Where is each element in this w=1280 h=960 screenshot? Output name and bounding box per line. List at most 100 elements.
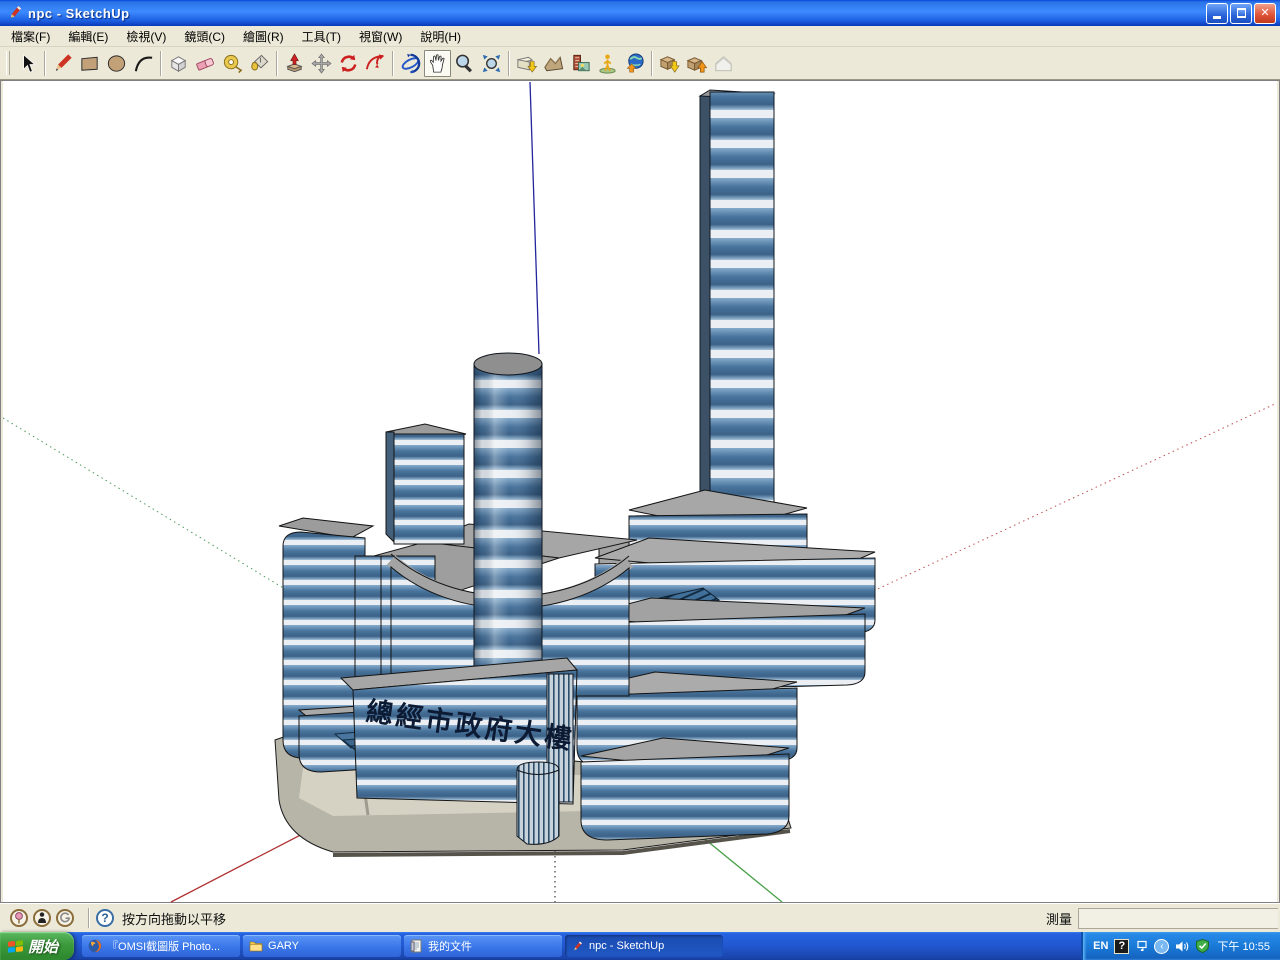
line-tool-button[interactable] bbox=[49, 50, 76, 77]
ribbed-base-cylinder[interactable] bbox=[517, 762, 559, 844]
task-my-documents[interactable]: 我的文件 bbox=[404, 935, 562, 957]
arc-icon bbox=[132, 52, 155, 75]
window-title: npc - SketchUp bbox=[28, 6, 130, 21]
paint-bucket-icon bbox=[248, 52, 271, 75]
get-models-button[interactable] bbox=[656, 50, 683, 77]
folder-icon bbox=[249, 940, 263, 952]
taskbar-clock[interactable]: 下午 10:55 bbox=[1215, 938, 1270, 954]
tape-measure-button[interactable] bbox=[219, 50, 246, 77]
menu-window[interactable]: 視窗(W) bbox=[350, 26, 411, 47]
windows-flag-icon bbox=[8, 940, 23, 953]
follow-me-icon bbox=[364, 52, 387, 75]
location-pin-icon bbox=[14, 912, 24, 924]
menu-bar: 檔案(F) 編輯(E) 檢視(V) 鏡頭(C) 繪圖(R) 工具(T) 視窗(W… bbox=[0, 26, 1280, 47]
rotate-tool-button[interactable] bbox=[335, 50, 362, 77]
viewport-3d-model[interactable]: 總經市政府大樓 bbox=[3, 80, 1277, 903]
firefox-icon bbox=[88, 939, 102, 953]
language-indicator[interactable]: EN bbox=[1093, 940, 1108, 952]
credit-attribution-button[interactable] bbox=[33, 909, 51, 927]
move-arrows-icon bbox=[310, 52, 333, 75]
restore-button[interactable] bbox=[1230, 3, 1252, 24]
photo-textures-button[interactable] bbox=[567, 50, 594, 77]
document-icon bbox=[410, 939, 423, 953]
circle-tool-button[interactable] bbox=[103, 50, 130, 77]
tape-measure-icon bbox=[221, 52, 244, 75]
select-tool-button[interactable] bbox=[14, 50, 41, 77]
toolbar-grip[interactable] bbox=[6, 51, 10, 75]
position-camera-button[interactable] bbox=[594, 50, 621, 77]
share-model-button[interactable] bbox=[683, 50, 710, 77]
task-firefox-window[interactable]: 『OMSI截圖版 Photo... bbox=[82, 935, 240, 957]
rectangle-icon bbox=[78, 52, 101, 75]
share-model-crate-icon bbox=[685, 52, 708, 75]
zoom-magnifier-icon bbox=[453, 52, 476, 75]
push-pull-icon bbox=[283, 52, 306, 75]
make-component-button[interactable] bbox=[165, 50, 192, 77]
arc-tool-button[interactable] bbox=[130, 50, 157, 77]
measurement-input[interactable] bbox=[1078, 908, 1278, 929]
ime-toolbar-icon[interactable] bbox=[1135, 940, 1148, 953]
task-sketchup-active[interactable]: npc - SketchUp bbox=[565, 935, 723, 957]
terrain-icon bbox=[542, 52, 565, 75]
pencil-icon bbox=[51, 52, 74, 75]
hide-tray-icons-button[interactable]: ‹ bbox=[1154, 939, 1169, 954]
building-tall-tower[interactable] bbox=[700, 90, 774, 560]
person-figure-icon bbox=[596, 52, 619, 75]
task-folder-gary[interactable]: GARY bbox=[243, 935, 401, 957]
modeling-viewport[interactable]: 總經市政府大樓 bbox=[0, 80, 1280, 903]
google-earth-button[interactable] bbox=[621, 50, 648, 77]
sign-in-status-button[interactable] bbox=[56, 909, 74, 927]
building-cylinder-tower[interactable] bbox=[474, 353, 542, 674]
antivirus-shield-icon[interactable] bbox=[1196, 939, 1209, 953]
status-hint-text: 按方向拖動以平移 bbox=[122, 909, 226, 928]
zoom-tool-button[interactable] bbox=[451, 50, 478, 77]
orbit-tool-button[interactable] bbox=[397, 50, 424, 77]
start-button[interactable]: 開始 bbox=[0, 932, 74, 960]
pan-tool-button[interactable] bbox=[424, 50, 451, 77]
house-icon bbox=[712, 52, 735, 75]
menu-help[interactable]: 說明(H) bbox=[411, 26, 470, 47]
photo-building-icon bbox=[569, 52, 592, 75]
minimize-button[interactable] bbox=[1206, 3, 1228, 24]
person-icon bbox=[37, 912, 47, 924]
paint-bucket-button[interactable] bbox=[246, 50, 273, 77]
ime-help-icon[interactable]: ? bbox=[1114, 939, 1129, 954]
get-current-view-button[interactable] bbox=[513, 50, 540, 77]
circle-icon bbox=[105, 52, 128, 75]
push-pull-button[interactable] bbox=[281, 50, 308, 77]
start-label: 開始 bbox=[28, 936, 58, 957]
rectangle-tool-button[interactable] bbox=[76, 50, 103, 77]
status-bar: ? 按方向拖動以平移 測量 bbox=[0, 903, 1280, 932]
menu-tools[interactable]: 工具(T) bbox=[293, 26, 350, 47]
menu-edit[interactable]: 編輯(E) bbox=[59, 26, 117, 47]
eraser-icon bbox=[194, 52, 217, 75]
measurement-label: 測量 bbox=[1046, 909, 1072, 928]
component-box-icon bbox=[167, 52, 190, 75]
title-bar: npc - SketchUp ✕ bbox=[0, 0, 1280, 26]
move-tool-button[interactable] bbox=[308, 50, 335, 77]
menu-draw[interactable]: 繪圖(R) bbox=[234, 26, 293, 47]
eraser-tool-button[interactable] bbox=[192, 50, 219, 77]
desktop: npc - SketchUp ✕ 檔案(F) 編輯(E) 檢視(V) 鏡頭(C)… bbox=[0, 0, 1280, 960]
menu-file[interactable]: 檔案(F) bbox=[2, 26, 59, 47]
zoom-extents-icon bbox=[480, 52, 503, 75]
get-models-crate-icon bbox=[658, 52, 681, 75]
g-swirl-icon bbox=[59, 912, 71, 924]
system-tray: EN ? ‹ 下午 10:55 bbox=[1081, 932, 1280, 960]
orbit-icon bbox=[399, 52, 422, 75]
sketchup-logo-icon bbox=[6, 4, 24, 22]
geolocation-status-button[interactable] bbox=[10, 909, 28, 927]
google-earth-globe-icon bbox=[623, 52, 646, 75]
close-button[interactable]: ✕ bbox=[1254, 3, 1276, 24]
sketchup-task-icon bbox=[571, 940, 584, 953]
rotate-icon bbox=[337, 52, 360, 75]
menu-view[interactable]: 檢視(V) bbox=[117, 26, 175, 47]
taskbar: 開始 『OMSI截圖版 Photo... GARY 我的文件 npc - Ske… bbox=[0, 932, 1280, 960]
follow-me-button[interactable] bbox=[362, 50, 389, 77]
help-icon[interactable]: ? bbox=[96, 909, 114, 927]
menu-camera[interactable]: 鏡頭(C) bbox=[175, 26, 234, 47]
zoom-extents-button[interactable] bbox=[478, 50, 505, 77]
volume-icon[interactable] bbox=[1175, 940, 1190, 953]
house-button[interactable] bbox=[710, 50, 737, 77]
toggle-terrain-button[interactable] bbox=[540, 50, 567, 77]
